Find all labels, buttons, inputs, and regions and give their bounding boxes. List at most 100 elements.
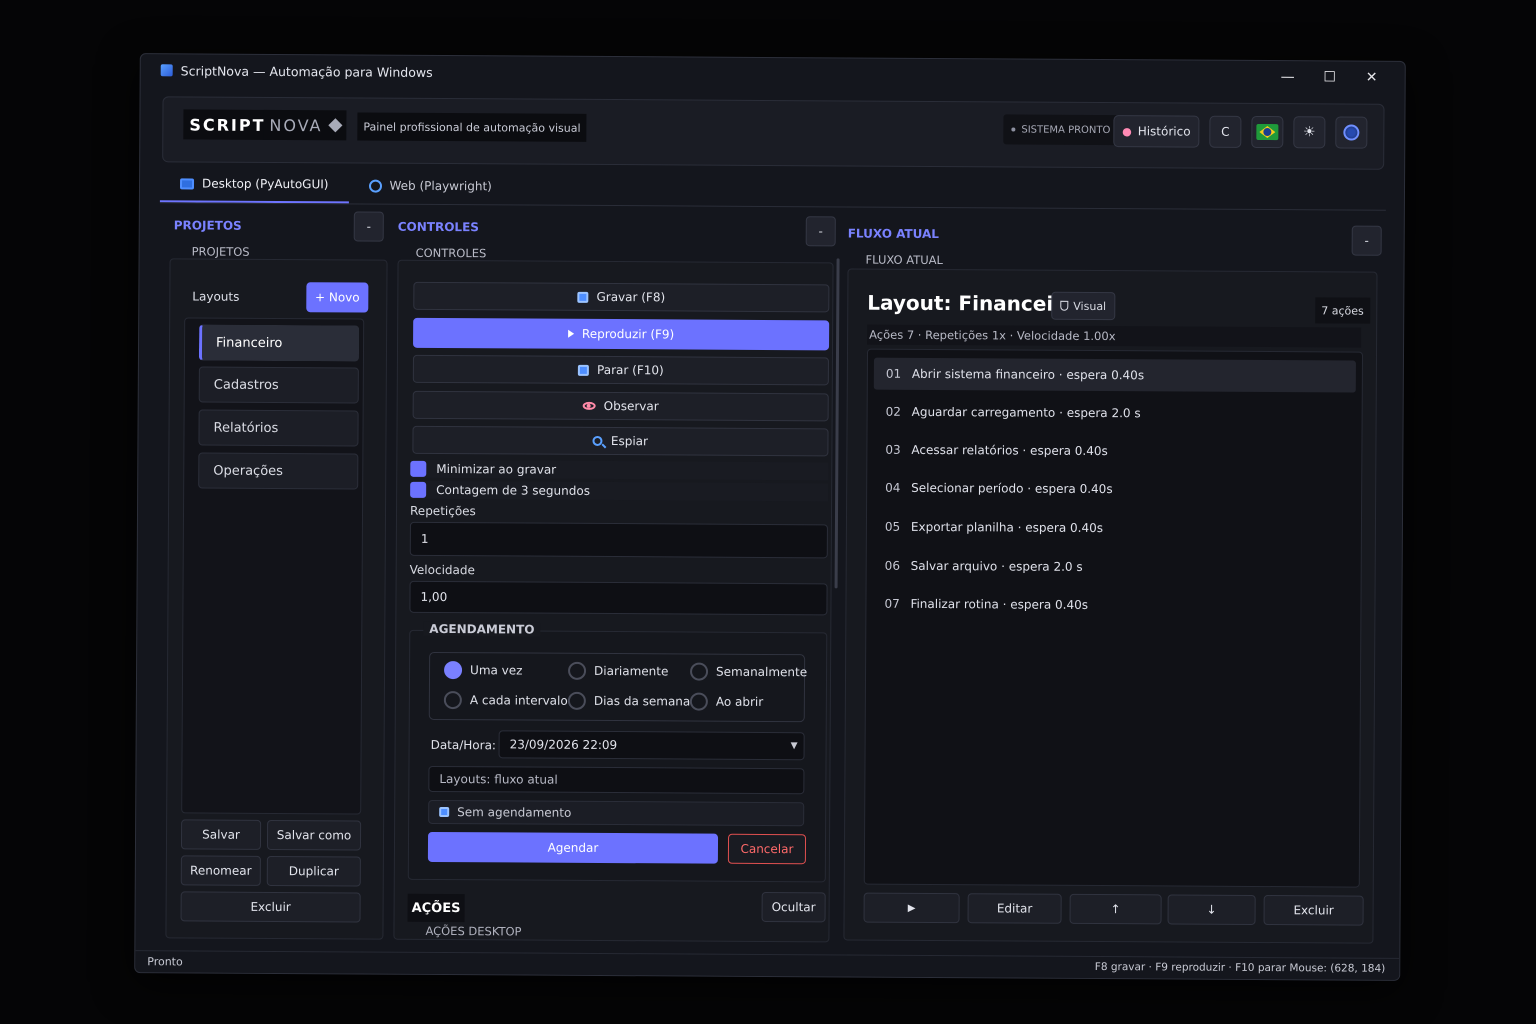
language-button[interactable] <box>1251 115 1284 149</box>
radio-ao-abrir-label: Ao abrir <box>715 694 764 709</box>
flow-step-row[interactable]: 02 Aguardar carregamento · espera 2.0 s <box>874 396 1356 431</box>
flow-delete-button[interactable]: Excluir <box>1263 895 1364 926</box>
window-title: ScriptNova — Automação para Windows <box>180 62 433 80</box>
minimize-button[interactable]: — <box>1267 61 1309 93</box>
maximize-button[interactable]: ☐ <box>1309 61 1351 93</box>
cancel-schedule-button[interactable]: Cancelar <box>727 833 807 865</box>
radio-semanalmente[interactable]: Semanalmente <box>689 662 807 682</box>
radio-dias-da-semana[interactable]: Dias da semana <box>567 691 691 711</box>
shield-icon <box>1060 300 1069 311</box>
play-button[interactable]: Reproduzir (F9) <box>413 317 830 351</box>
theme-toggle-button[interactable]: ☀ <box>1293 116 1326 149</box>
flow-step-row[interactable]: 04 Selecionar período · espera 0.40s <box>873 472 1355 507</box>
controls-collapse-button[interactable]: - <box>805 216 836 247</box>
actions-desktop-subtitle: AÇÕES DESKTOP <box>425 923 522 939</box>
countdown-checkbox[interactable]: Contagem de 3 segundos <box>410 480 829 502</box>
layout-item-operacoes[interactable]: Operações <box>198 452 359 490</box>
stop-icon <box>578 364 590 376</box>
flow-step-number: 04 <box>885 480 901 495</box>
countdown-label: Contagem de 3 segundos <box>436 482 591 498</box>
delete-layout-button[interactable]: Excluir <box>180 891 361 923</box>
history-button[interactable]: ● Histórico <box>1113 115 1200 148</box>
radio-a-cada-intervalo-label: A cada intervalo <box>469 693 568 708</box>
repetitions-input[interactable]: 1 <box>409 521 828 559</box>
datetime-picker[interactable]: 23/09/2026 22:09 ▼ <box>498 730 805 761</box>
flow-meta-line: Ações 7 · Repetições 1x · Velocidade 1.0… <box>867 324 1362 348</box>
speed-label: Velocidade <box>409 562 475 578</box>
radio-a-cada-intervalo[interactable]: A cada intervalo <box>443 691 568 710</box>
record-button[interactable]: Gravar (F8) <box>413 281 830 313</box>
flag-brazil-icon <box>1256 123 1279 141</box>
flow-edit-button[interactable]: Editar <box>967 893 1062 924</box>
actions-title: AÇÕES <box>407 893 465 923</box>
stop-button[interactable]: Parar (F10) <box>412 354 829 386</box>
duplicate-button[interactable]: Duplicar <box>266 855 361 887</box>
tab-desktop-label: Desktop (PyAutoGUI) <box>201 176 329 192</box>
history-button-label: Histórico <box>1137 124 1191 139</box>
rename-button[interactable]: Renomear <box>180 855 261 886</box>
flow-step-row[interactable]: 01 Abrir sistema financeiro · espera 0.4… <box>873 357 1356 393</box>
flow-move-up-button[interactable]: ↑ <box>1069 893 1162 925</box>
calendar-icon <box>439 806 450 818</box>
history-icon: ● <box>1122 124 1132 138</box>
flow-layout-title: Layout: Financeiro <box>867 290 1077 316</box>
shortcuts-hint: F8 gravar · F9 reproduzir · F10 parar Mo… <box>1094 960 1386 975</box>
layout-item-cadastros[interactable]: Cadastros <box>198 366 359 404</box>
radio-ao-abrir[interactable]: Ao abrir <box>689 692 764 711</box>
stop-button-label: Parar (F10) <box>597 362 664 378</box>
radio-uma-vez[interactable]: Uma vez <box>444 661 523 680</box>
save-as-button[interactable]: Salvar como <box>266 819 362 851</box>
flow-collapse-button[interactable]: - <box>1351 225 1382 256</box>
actions-count-badge: 7 ações <box>1315 297 1370 324</box>
save-button[interactable]: Salvar <box>180 819 262 850</box>
play-icon <box>567 329 574 338</box>
flow-play-button[interactable]: ▶ <box>863 892 960 924</box>
radio-icon <box>443 691 462 710</box>
c-button[interactable]: C <box>1209 115 1242 148</box>
status-dot-icon <box>1011 127 1016 132</box>
radio-uma-vez-label: Uma vez <box>470 663 523 678</box>
observe-button[interactable]: Observar <box>412 390 829 422</box>
logo-script: SCRIPT <box>183 109 272 140</box>
schedule-frequency-group: Uma vez Diariamente Semanalmente A cada … <box>428 651 807 723</box>
flow-step-row[interactable]: 03 Acessar relatórios · espera 0.40s <box>873 434 1355 469</box>
no-schedule-field[interactable]: Sem agendamento <box>428 799 805 827</box>
projects-panel: Layouts + Novo Financeiro Cadastros Rela… <box>165 258 388 940</box>
controls-scrollbar[interactable] <box>834 258 840 589</box>
flow-step-row[interactable]: 05 Exportar planilha · espera 0.40s <box>873 511 1355 546</box>
projects-collapse-button[interactable]: - <box>353 211 384 242</box>
record-icon <box>577 291 589 303</box>
globe-icon <box>368 179 382 193</box>
mode-tabs: Desktop (PyAutoGUI) Web (Playwright) <box>159 166 512 204</box>
speed-input[interactable]: 1,00 <box>409 580 828 616</box>
tab-divider <box>159 202 1386 211</box>
close-button[interactable]: ✕ <box>1351 62 1393 94</box>
controls-group-label: CONTROLES <box>415 245 487 261</box>
flow-step-row[interactable]: 07 Finalizar rotina · espera 0.40s <box>872 588 1354 623</box>
minimize-on-record-checkbox[interactable]: Minimizar ao gravar <box>410 459 829 481</box>
layout-item-relatorios[interactable]: Relatórios <box>198 409 359 447</box>
projects-group-label: PROJETOS <box>191 244 250 259</box>
flow-move-down-button[interactable]: ↓ <box>1167 894 1256 925</box>
radio-icon <box>689 662 709 681</box>
flow-step-row[interactable]: 06 Salvar arquivo · espera 2.0 s <box>873 550 1355 585</box>
layouts-field[interactable]: Layouts: fluxo atual <box>428 765 805 795</box>
schedule-button[interactable]: Agendar <box>427 831 719 864</box>
flow-step-text: Salvar arquivo · espera 2.0 s <box>910 558 1083 574</box>
visual-mode-badge[interactable]: Visual <box>1051 291 1116 321</box>
controls-section-title: CONTROLES <box>397 219 479 235</box>
scheduling-title: AGENDAMENTO <box>423 621 541 637</box>
layout-item-financeiro[interactable]: Financeiro <box>198 324 360 362</box>
checkbox-checked-icon <box>410 460 427 477</box>
hide-actions-button[interactable]: Ocultar <box>761 891 826 923</box>
spy-button[interactable]: Espiar <box>412 425 829 457</box>
tab-web[interactable]: Web (Playwright) <box>348 167 512 204</box>
flow-step-text: Finalizar rotina · espera 0.40s <box>910 596 1089 612</box>
radio-diariamente[interactable]: Diariamente <box>568 661 668 681</box>
radio-icon <box>567 691 586 710</box>
system-status-text: SISTEMA PRONTO <box>1021 124 1111 136</box>
tab-desktop[interactable]: Desktop (PyAutoGUI) <box>159 166 349 204</box>
web-button[interactable] <box>1335 116 1368 149</box>
flow-section-title: FLUXO ATUAL <box>847 226 939 242</box>
new-layout-button[interactable]: + Novo <box>306 282 369 313</box>
